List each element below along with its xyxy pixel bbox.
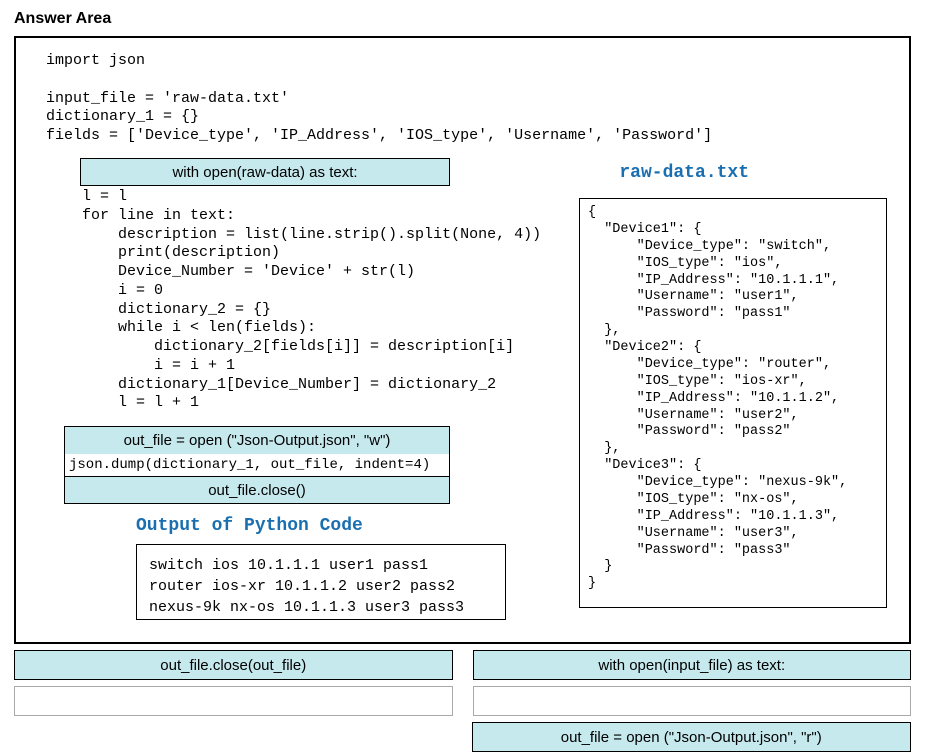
json-dump-line: json.dump(dictionary_1, out_file, indent… [64, 454, 450, 476]
python-output-box: switch ios 10.1.1.1 user1 pass1 router i… [136, 544, 506, 620]
drag-item-text: out_file = open ("Json-Output.json", "r"… [561, 729, 822, 746]
drag-item-text: out_file.close(out_file) [160, 657, 306, 674]
page-title: Answer Area [14, 10, 919, 28]
raw-data-title: raw-data.txt [619, 163, 749, 183]
drag-source-row-1: out_file.close(out_file) with open(input… [14, 650, 911, 680]
code-block-top: import json input_file = 'raw-data.txt' … [46, 52, 712, 146]
code-block-mid: l = l for line in text: description = li… [46, 188, 541, 413]
drop-slot-2[interactable]: out_file = open ("Json-Output.json", "w"… [64, 426, 450, 454]
drag-item-with-open-input[interactable]: with open(input_file) as text: [473, 650, 912, 680]
drag-source-row-2 [14, 686, 911, 716]
answer-area-box: import json input_file = 'raw-data.txt' … [14, 36, 911, 644]
drag-item-text: with open(input_file) as text: [598, 657, 785, 674]
drag-item-close-outfile[interactable]: out_file.close(out_file) [14, 650, 453, 680]
drop-slot-3[interactable]: out_file.close() [64, 476, 450, 504]
drop-slot-3-text: out_file.close() [208, 482, 306, 499]
drag-source-row-3: out_file = open ("Json-Output.json", "r"… [14, 722, 911, 752]
empty-slot-left[interactable] [14, 686, 453, 716]
drop-slot-1[interactable]: with open(raw-data) as text: [80, 158, 450, 186]
python-output-title: Output of Python Code [136, 516, 363, 536]
drop-slot-2-text: out_file = open ("Json-Output.json", "w"… [124, 432, 391, 449]
empty-slot-right[interactable] [473, 686, 912, 716]
drag-item-open-json-r[interactable]: out_file = open ("Json-Output.json", "r"… [472, 722, 912, 752]
raw-data-box: { "Device1": { "Device_type": "switch", … [579, 198, 887, 608]
drop-slot-1-text: with open(raw-data) as text: [172, 164, 357, 181]
